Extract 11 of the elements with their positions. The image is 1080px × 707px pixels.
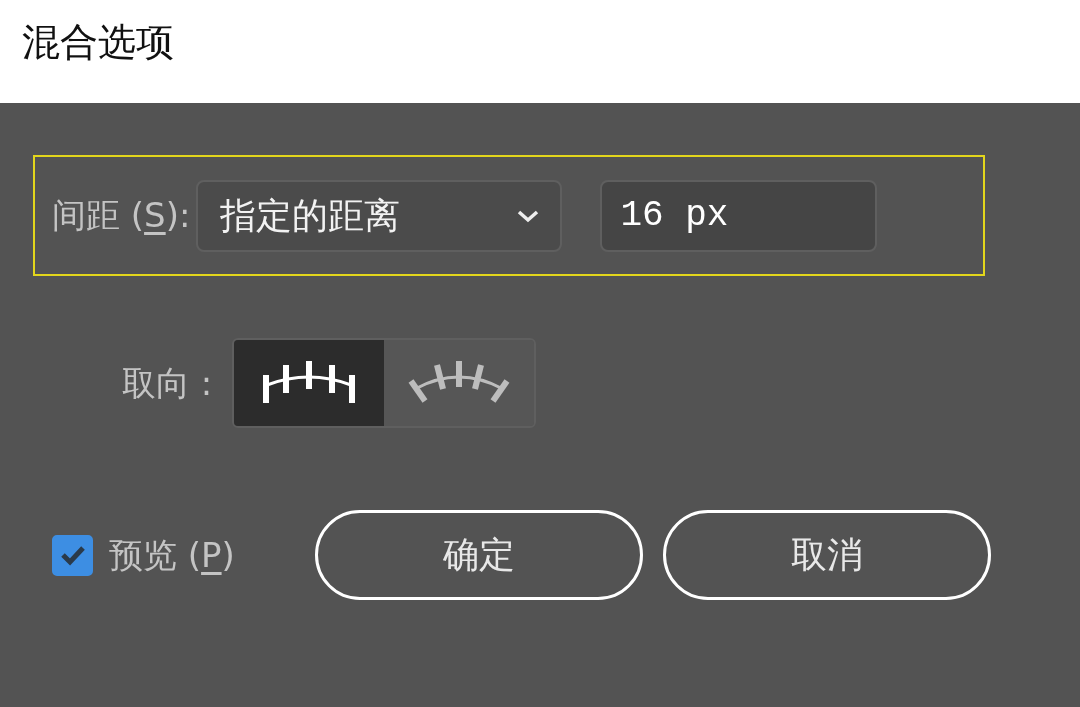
dialog-button[interactable]: 取消 bbox=[662, 510, 991, 600]
window-title: 混合选项 bbox=[0, 0, 1080, 103]
orientation-toggle[interactable] bbox=[234, 340, 385, 426]
spacing-dropdown[interactable]: 指定的距离 bbox=[196, 179, 563, 252]
checkmark-icon bbox=[59, 544, 86, 566]
spacing-input-field[interactable]: 16 px bbox=[600, 179, 878, 252]
orientation-label: 取向 : bbox=[122, 361, 213, 405]
dialog-button[interactable]: 确定 bbox=[314, 510, 643, 600]
spacing-label: 间距 (S): bbox=[52, 194, 191, 237]
preview-label: 预览 (P) bbox=[109, 533, 235, 577]
preview-checkbox[interactable] bbox=[52, 534, 93, 576]
